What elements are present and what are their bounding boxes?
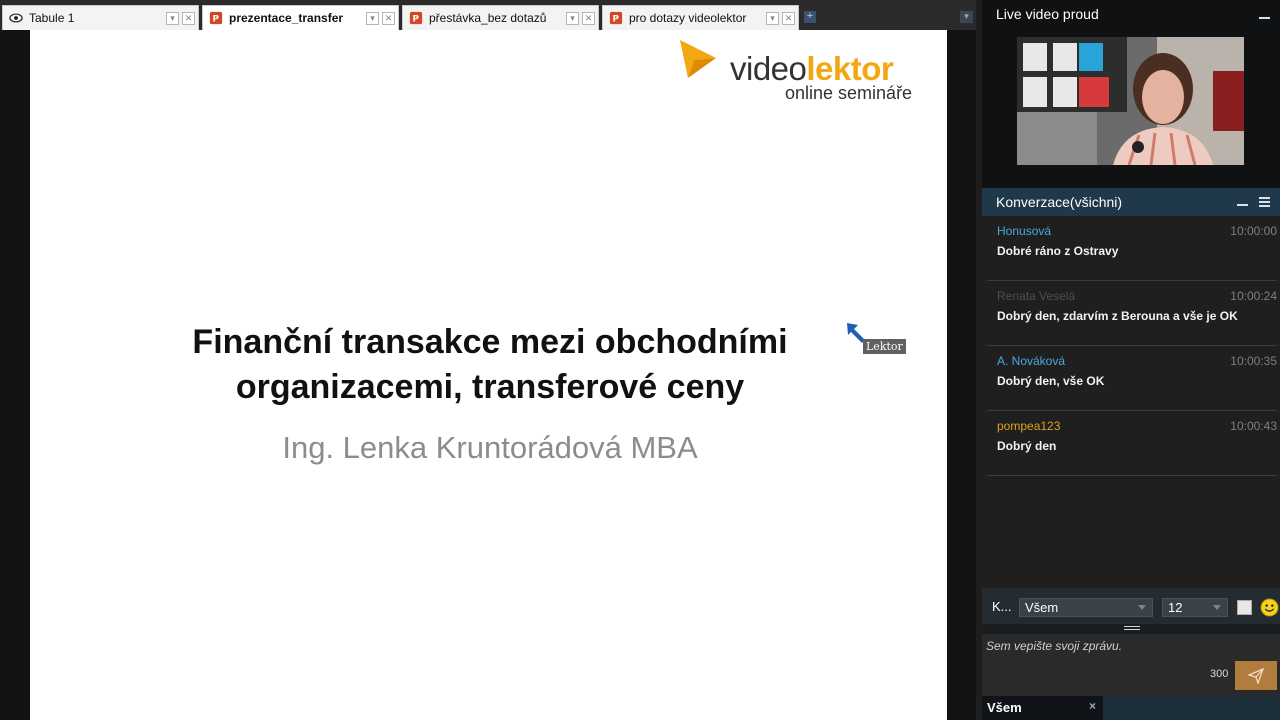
video-frame xyxy=(1017,37,1244,165)
chat-message: pompea123 10:00:43 Dobrý den xyxy=(987,411,1277,476)
tab-dropdown-button[interactable]: ▾ xyxy=(766,11,779,25)
chat-message: A. Nováková 10:00:35 Dobrý den, vše OK xyxy=(987,346,1277,411)
bold-checkbox[interactable] xyxy=(1237,600,1252,615)
logo-word-video: video xyxy=(730,50,807,87)
tab-tabule[interactable]: Tabule 1 ▾ ✕ xyxy=(2,5,199,30)
videolektor-logo: videolektor online semináře xyxy=(676,38,936,108)
recipient-label: K... xyxy=(992,599,1012,614)
chevron-down-icon xyxy=(1138,605,1146,610)
powerpoint-icon: P xyxy=(609,11,623,25)
eye-icon xyxy=(9,13,23,23)
message-text: Dobrý den, zdarvím z Berouna a vše je OK xyxy=(997,309,1238,323)
slide-title-line: organizacemi, transferové ceny xyxy=(235,368,745,406)
chat-message: Renata Veselá 10:00:24 Dobrý den, zdarví… xyxy=(987,281,1277,346)
slide: videolektor online semináře Finanční tra… xyxy=(30,30,947,720)
slide-author: Ing. Lenka Kruntorádová MBA xyxy=(282,430,698,465)
tab-close-button[interactable]: ✕ xyxy=(382,11,395,25)
side-panel: Live video proud Konverzace(všichni) Hon… xyxy=(982,0,1280,720)
character-counter: 300 xyxy=(1210,668,1229,680)
font-size-value: 12 xyxy=(1168,600,1183,615)
message-author: Renata Veselá xyxy=(997,289,1076,303)
message-text: Dobré ráno z Ostravy xyxy=(997,244,1119,258)
svg-text:P: P xyxy=(613,15,620,25)
message-text: Dobrý den xyxy=(997,439,1057,453)
tab-label: přestávka_bez dotazů xyxy=(429,11,547,25)
chat-controls: K... Všem 12 xyxy=(982,588,1280,628)
close-icon[interactable]: × xyxy=(1089,699,1096,713)
tab-list-button[interactable]: ▾ xyxy=(960,11,973,23)
message-time: 10:00:35 xyxy=(1230,354,1277,368)
logo-word-lektor: lektor xyxy=(806,50,894,87)
powerpoint-icon: P xyxy=(209,11,223,25)
menu-icon[interactable] xyxy=(1259,197,1270,208)
chevron-down-icon xyxy=(1213,605,1221,610)
slide-title: Finanční transakce mezi obchodními organ… xyxy=(90,320,890,410)
svg-text:P: P xyxy=(213,15,220,25)
send-button[interactable] xyxy=(1235,661,1277,690)
tab-prezentace[interactable]: P prezentace_transfer ▾ ✕ xyxy=(202,5,399,30)
message-compose-area[interactable]: Sem vepište svoji zprávu. 300 xyxy=(982,634,1280,696)
tab-dropdown-button[interactable]: ▾ xyxy=(366,11,379,25)
tab-dropdown-button[interactable]: ▾ xyxy=(566,11,579,25)
message-time: 10:00:24 xyxy=(1230,289,1277,303)
send-icon xyxy=(1248,667,1264,684)
tab-label: prezentace_transfer xyxy=(229,11,344,25)
tab-dropdown-button[interactable]: ▾ xyxy=(166,11,179,25)
message-input-placeholder: Sem vepište svoji zprávu. xyxy=(986,639,1123,653)
presentation-stage: videolektor online semináře Finanční tra… xyxy=(0,30,976,720)
conversation-title: Konverzace(všichni) xyxy=(996,194,1123,210)
add-tab-button[interactable]: + xyxy=(804,11,816,23)
chat-message: Honusová 10:00:00 Dobré ráno z Ostravy xyxy=(987,216,1277,281)
font-size-select[interactable]: 12 xyxy=(1162,598,1228,617)
document-tab-bar: Tabule 1 ▾ ✕ P prezentace_transfer ▾ ✕ P… xyxy=(0,0,976,30)
play-logo-icon xyxy=(680,40,716,78)
video-panel-header: Live video proud xyxy=(982,0,1280,28)
minimize-conversation-button[interactable] xyxy=(1237,204,1248,206)
live-video-feed xyxy=(1017,37,1244,165)
conversation-tab-label: Všem xyxy=(987,700,1022,715)
tab-label: pro dotazy videolektor xyxy=(629,11,747,25)
conversation-tab-all[interactable]: Všem × xyxy=(982,696,1103,720)
message-author: Honusová xyxy=(997,224,1052,238)
powerpoint-icon: P xyxy=(409,11,423,25)
tab-pro-dotazy[interactable]: P pro dotazy videolektor ▾ ✕ xyxy=(602,5,799,30)
recipient-select[interactable]: Všem xyxy=(1019,598,1153,617)
message-author: A. Nováková xyxy=(997,354,1066,368)
tab-close-button[interactable]: ✕ xyxy=(582,11,595,25)
message-author: pompea123 xyxy=(997,419,1061,433)
tab-prestavka[interactable]: P přestávka_bez dotazů ▾ ✕ xyxy=(402,5,599,30)
app-window: Tabule 1 ▾ ✕ P prezentace_transfer ▾ ✕ P… xyxy=(0,0,1280,720)
slide-title-line: Finanční transakce mezi obchodními xyxy=(192,323,788,361)
resize-grip[interactable] xyxy=(982,624,1280,634)
minimize-video-button[interactable] xyxy=(1259,17,1270,19)
tab-close-button[interactable]: ✕ xyxy=(782,11,795,25)
lecturer-cursor-label: Lektor xyxy=(863,339,906,354)
recipient-value: Všem xyxy=(1025,600,1059,615)
logo-subtitle: online semináře xyxy=(785,83,913,103)
message-list[interactable]: Honusová 10:00:00 Dobré ráno z Ostravy R… xyxy=(982,216,1280,588)
video-panel-title: Live video proud xyxy=(996,6,1099,22)
conversation-header: Konverzace(všichni) xyxy=(982,188,1280,216)
svg-text:P: P xyxy=(413,15,420,25)
conversation-tab-bar: Všem × xyxy=(982,696,1280,720)
message-time: 10:00:43 xyxy=(1230,419,1277,433)
message-time: 10:00:00 xyxy=(1230,224,1277,238)
tab-close-button[interactable]: ✕ xyxy=(182,11,195,25)
message-text: Dobrý den, vše OK xyxy=(997,374,1105,388)
tab-label: Tabule 1 xyxy=(29,11,75,25)
emoji-smiley-icon[interactable] xyxy=(1260,598,1279,617)
